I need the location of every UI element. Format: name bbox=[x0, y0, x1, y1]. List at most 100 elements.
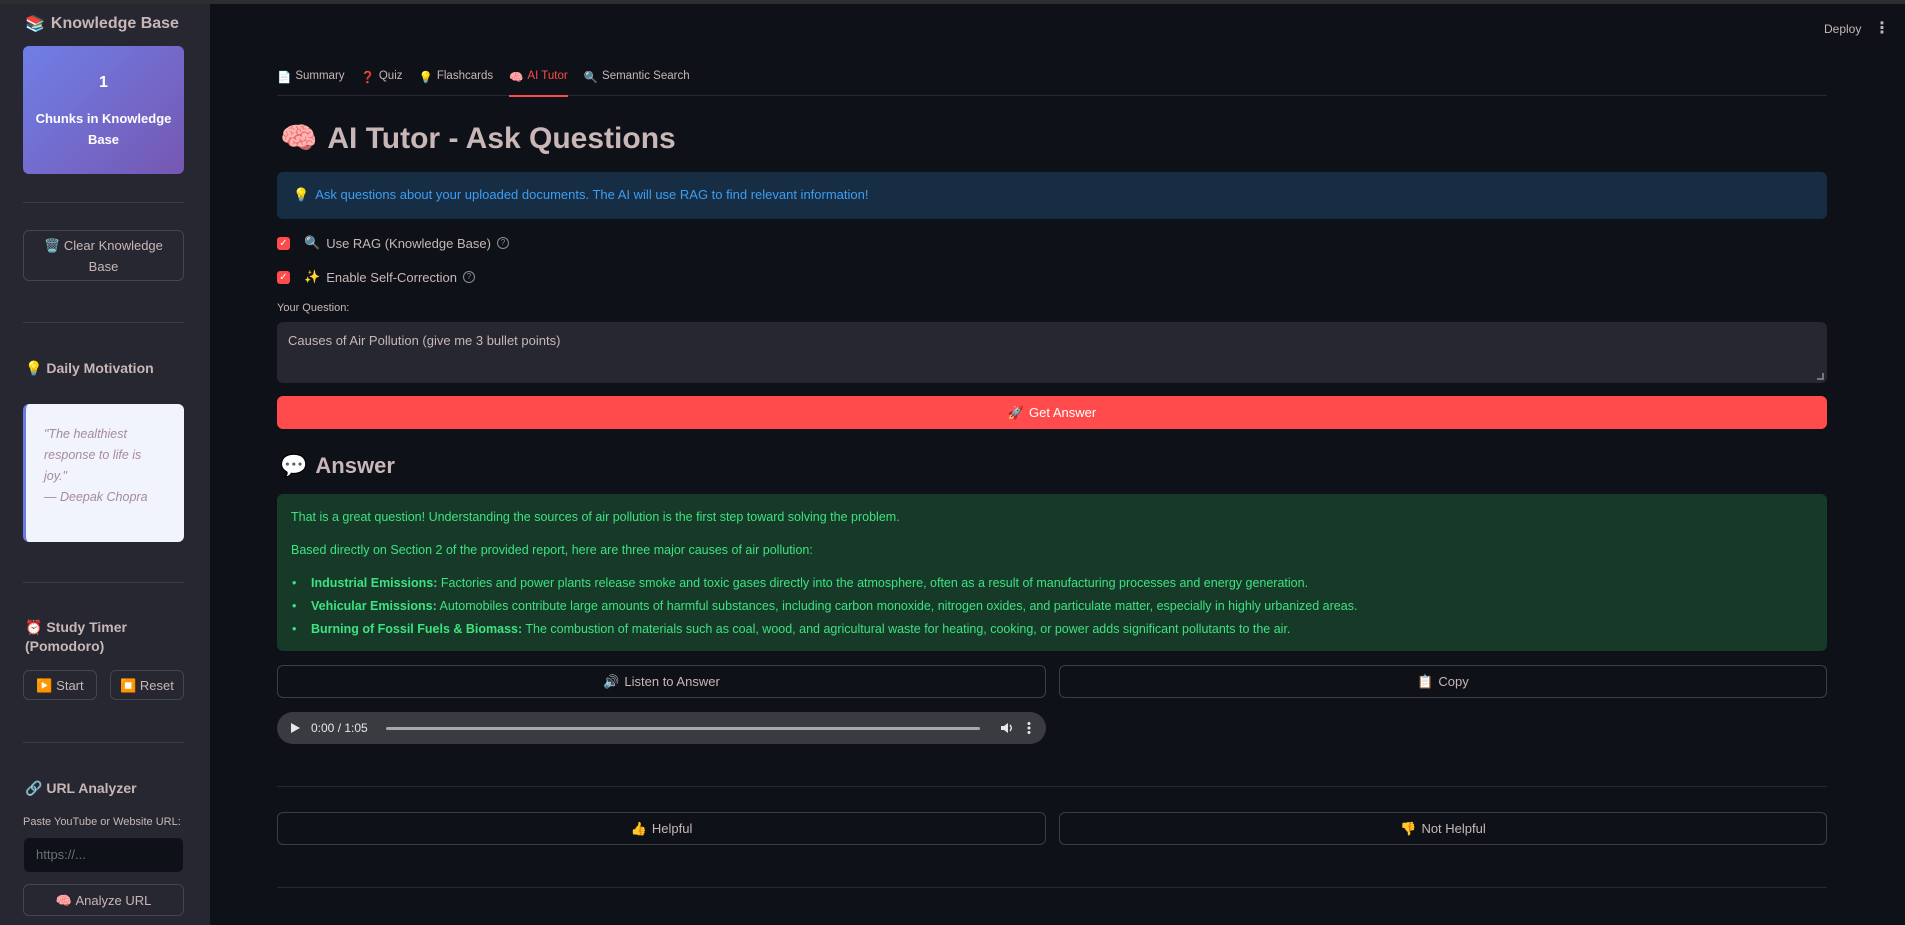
books-icon: 📚 bbox=[25, 16, 45, 33]
self-correction-checkbox[interactable]: ✓ bbox=[277, 270, 290, 284]
page-title-text: AI Tutor - Ask Questions bbox=[327, 121, 676, 155]
play-icon[interactable] bbox=[289, 722, 301, 734]
list-item: Vehicular Emissions: Automobiles contrib… bbox=[292, 597, 1813, 615]
question-textarea[interactable]: Causes of Air Pollution (give me 3 bulle… bbox=[277, 322, 1827, 383]
answer-intro: That is a great question! Understanding … bbox=[291, 510, 900, 524]
document-icon: 📄 bbox=[277, 72, 292, 84]
not-helpful-button[interactable]: 👎 Not Helpful bbox=[1059, 812, 1827, 845]
audio-time: 0:00 / 1:05 bbox=[311, 721, 368, 735]
sidebar-divider bbox=[23, 742, 184, 743]
timer-reset-button[interactable]: ⏹️ Reset bbox=[110, 670, 184, 700]
tab-quiz[interactable]: ❓ Quiz bbox=[361, 65, 403, 96]
listen-label: Listen to Answer bbox=[624, 674, 720, 689]
quote-text: "The healthiest response to life is joy.… bbox=[44, 427, 142, 483]
self-correction-label: Enable Self-Correction bbox=[326, 269, 457, 285]
info-text: Ask questions about your uploaded docume… bbox=[315, 187, 869, 202]
use-rag-label: Use RAG (Knowledge Base) bbox=[326, 235, 491, 251]
audio-player: 0:00 / 1:05 bbox=[277, 712, 1046, 744]
url-analyzer-heading: 🔗 URL Analyzer bbox=[25, 779, 137, 798]
stop-icon: ⏹️ bbox=[120, 677, 137, 693]
divider bbox=[277, 786, 1827, 787]
tab-summary[interactable]: 📄 Summary bbox=[277, 65, 345, 96]
listen-to-answer-button[interactable]: 🔊 Listen to Answer bbox=[277, 665, 1046, 698]
chunk-count-label: Chunks in Knowledge Base bbox=[35, 111, 172, 147]
self-correction-checkbox-row[interactable]: ✓ ✨ Enable Self-Correction ? bbox=[277, 269, 475, 285]
sidebar-title-text: Knowledge Base bbox=[50, 15, 179, 32]
thumbs-up-icon: 👍 bbox=[630, 820, 647, 836]
tab-label: Quiz bbox=[378, 70, 403, 82]
tab-bar: 📄 Summary ❓ Quiz 💡 Flashcards 🧠 AI Tutor 🔍 Se… bbox=[277, 65, 1827, 97]
trash-icon: 🗑️ bbox=[44, 237, 61, 253]
question-mark-icon: ❓ bbox=[360, 72, 375, 84]
audio-seek-bar[interactable] bbox=[385, 726, 980, 730]
alarm-clock-icon: ⏰ bbox=[25, 619, 43, 635]
rocket-icon: 🚀 bbox=[1007, 404, 1024, 420]
use-rag-checkbox[interactable]: ✓ bbox=[277, 236, 290, 250]
lightbulb-icon: 💡 bbox=[418, 72, 433, 84]
sidebar: 📚 Knowledge Base 1 Chunks in Knowledge B… bbox=[0, 4, 210, 925]
helpful-label: Helpful bbox=[651, 821, 693, 836]
answer-heading-text: Answer bbox=[315, 453, 395, 478]
clear-knowledge-base-button[interactable]: 🗑️ Clear Knowledge Base bbox=[23, 230, 184, 281]
point-title: Burning of Fossil Fuels & Biomass: bbox=[311, 622, 523, 636]
not-helpful-label: Not Helpful bbox=[1421, 821, 1486, 836]
magnifier-icon: 🔍 bbox=[583, 72, 599, 84]
reset-label: Reset bbox=[139, 677, 174, 693]
quote-author: — Deepak Chopra bbox=[44, 490, 148, 504]
clipboard-icon: 📋 bbox=[1417, 673, 1434, 689]
url-field-label: Paste YouTube or Website URL: bbox=[23, 816, 181, 828]
sidebar-title: 📚 Knowledge Base bbox=[25, 14, 179, 34]
help-icon[interactable]: ? bbox=[462, 271, 475, 283]
answer-box: That is a great question! Understanding … bbox=[277, 494, 1827, 651]
speech-bubble-icon: 💬 bbox=[280, 453, 308, 478]
answer-list: Industrial Emissions: Factories and powe… bbox=[292, 574, 1813, 638]
tab-label: AI Tutor bbox=[527, 70, 568, 82]
chunk-count-card: 1 Chunks in Knowledge Base bbox=[23, 46, 184, 174]
volume-icon[interactable] bbox=[1000, 721, 1014, 735]
tab-label: Flashcards bbox=[436, 70, 494, 82]
help-icon[interactable]: ? bbox=[496, 237, 509, 249]
play-icon: ▶️ bbox=[36, 677, 53, 693]
brain-icon: 🧠 bbox=[280, 122, 318, 155]
divider bbox=[277, 887, 1827, 888]
chunk-count-value: 1 bbox=[99, 74, 108, 91]
copy-button[interactable]: 📋 Copy bbox=[1059, 665, 1827, 698]
tab-ai-tutor[interactable]: 🧠 AI Tutor bbox=[509, 65, 568, 97]
tab-label: Summary bbox=[295, 70, 345, 82]
thumbs-down-icon: 👎 bbox=[1400, 820, 1417, 836]
point-title: Industrial Emissions: bbox=[311, 576, 438, 590]
tab-label: Semantic Search bbox=[602, 70, 690, 82]
quote-card: "The healthiest response to life is joy.… bbox=[23, 404, 184, 542]
lightbulb-icon: 💡 bbox=[293, 187, 310, 202]
sidebar-divider bbox=[23, 202, 184, 203]
sidebar-divider bbox=[23, 322, 184, 323]
more-options-icon[interactable] bbox=[1024, 721, 1034, 735]
list-item: Burning of Fossil Fuels & Biomass: The c… bbox=[292, 620, 1813, 638]
url-analyzer-text: URL Analyzer bbox=[46, 780, 137, 796]
question-label: Your Question: bbox=[277, 302, 350, 314]
url-input[interactable]: https://... bbox=[23, 837, 184, 873]
copy-label: Copy bbox=[1438, 674, 1469, 689]
lightbulb-icon: 💡 bbox=[25, 360, 43, 376]
resize-handle-icon[interactable] bbox=[1817, 373, 1824, 380]
list-item: Industrial Emissions: Factories and powe… bbox=[292, 574, 1813, 592]
main-content: 📄 Summary ❓ Quiz 💡 Flashcards 🧠 AI Tutor 🔍 Se… bbox=[277, 0, 1827, 925]
point-text: Automobiles contribute large amounts of … bbox=[436, 599, 1358, 613]
brain-icon: 🧠 bbox=[509, 72, 524, 84]
daily-motivation-heading: 💡 Daily Motivation bbox=[25, 359, 154, 378]
question-value: Causes of Air Pollution (give me 3 bulle… bbox=[288, 333, 561, 348]
get-answer-label: Get Answer bbox=[1028, 405, 1097, 420]
use-rag-checkbox-row[interactable]: ✓ 🔍 Use RAG (Knowledge Base) ? bbox=[277, 235, 509, 251]
get-answer-button[interactable]: 🚀 Get Answer bbox=[277, 396, 1827, 429]
helpful-button[interactable]: 👍 Helpful bbox=[277, 812, 1046, 845]
tab-flashcards[interactable]: 💡 Flashcards bbox=[419, 65, 494, 96]
timer-start-button[interactable]: ▶️ Start bbox=[23, 670, 97, 700]
sidebar-divider bbox=[23, 582, 184, 583]
point-text: The combustion of materials such as coal… bbox=[522, 622, 1291, 636]
tab-semantic-search[interactable]: 🔍 Semantic Search bbox=[584, 65, 690, 96]
point-title: Vehicular Emissions: bbox=[311, 599, 437, 613]
speaker-icon: 🔊 bbox=[603, 673, 620, 689]
deploy-button[interactable]: Deploy bbox=[1824, 22, 1861, 36]
main-menu-icon[interactable]: ⋮ bbox=[1874, 18, 1890, 38]
analyze-url-button[interactable]: 🧠 Analyze URL bbox=[23, 884, 184, 916]
